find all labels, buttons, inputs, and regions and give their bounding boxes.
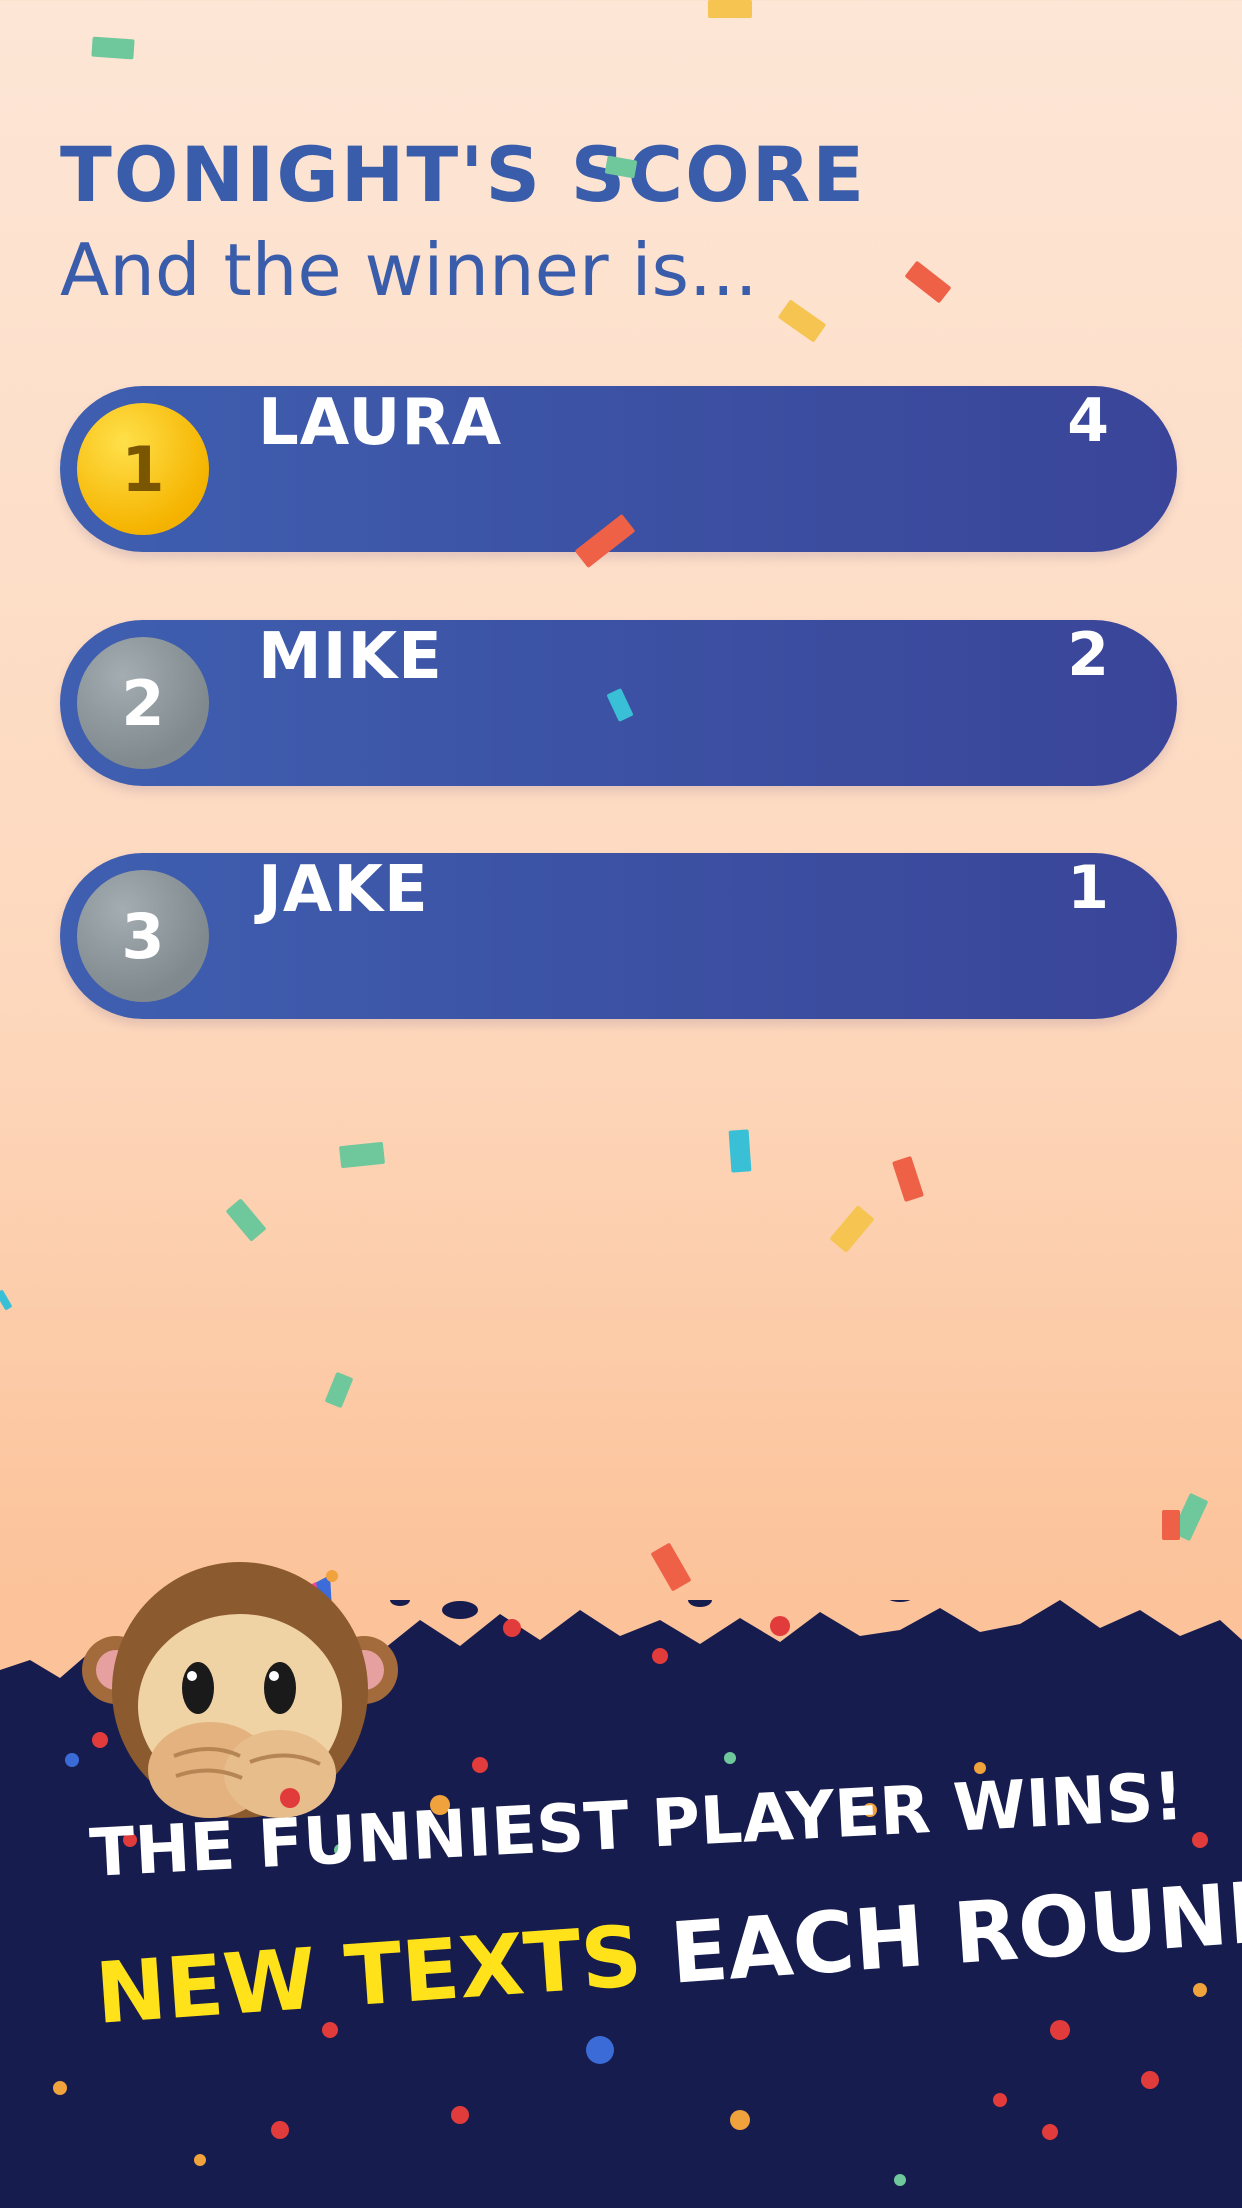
confetti-piece	[650, 1542, 692, 1592]
silver-medal-icon: 3	[77, 870, 209, 1002]
confetti-piece	[892, 1155, 924, 1203]
player-score: 4	[1067, 386, 1109, 456]
monkey-emoji-icon	[80, 1480, 400, 1840]
confetti-piece	[728, 1129, 752, 1173]
player-score: 2	[1067, 620, 1109, 690]
player-name: JAKE	[258, 853, 429, 927]
confetti-piece	[91, 36, 135, 60]
leaderboard-row-3: 3 JAKE 1	[60, 853, 1177, 1019]
confetti-piece	[1162, 1510, 1180, 1540]
confetti-piece	[338, 1141, 386, 1169]
confetti-piece	[777, 299, 827, 343]
player-name: MIKE	[258, 620, 443, 694]
confetti-piece	[904, 260, 952, 304]
page-subtitle: And the winner is...	[60, 228, 758, 312]
confetti-piece	[0, 1289, 13, 1311]
player-score: 1	[1067, 853, 1109, 923]
page-title: TONIGHT'S SCORE	[60, 130, 867, 219]
confetti-piece	[829, 1205, 875, 1253]
confetti-piece	[324, 1371, 354, 1409]
silver-medal-icon: 2	[77, 637, 209, 769]
gold-medal-icon: 1	[77, 403, 209, 535]
confetti-piece	[708, 0, 752, 18]
confetti-piece	[225, 1198, 267, 1242]
player-name: LAURA	[258, 386, 503, 460]
